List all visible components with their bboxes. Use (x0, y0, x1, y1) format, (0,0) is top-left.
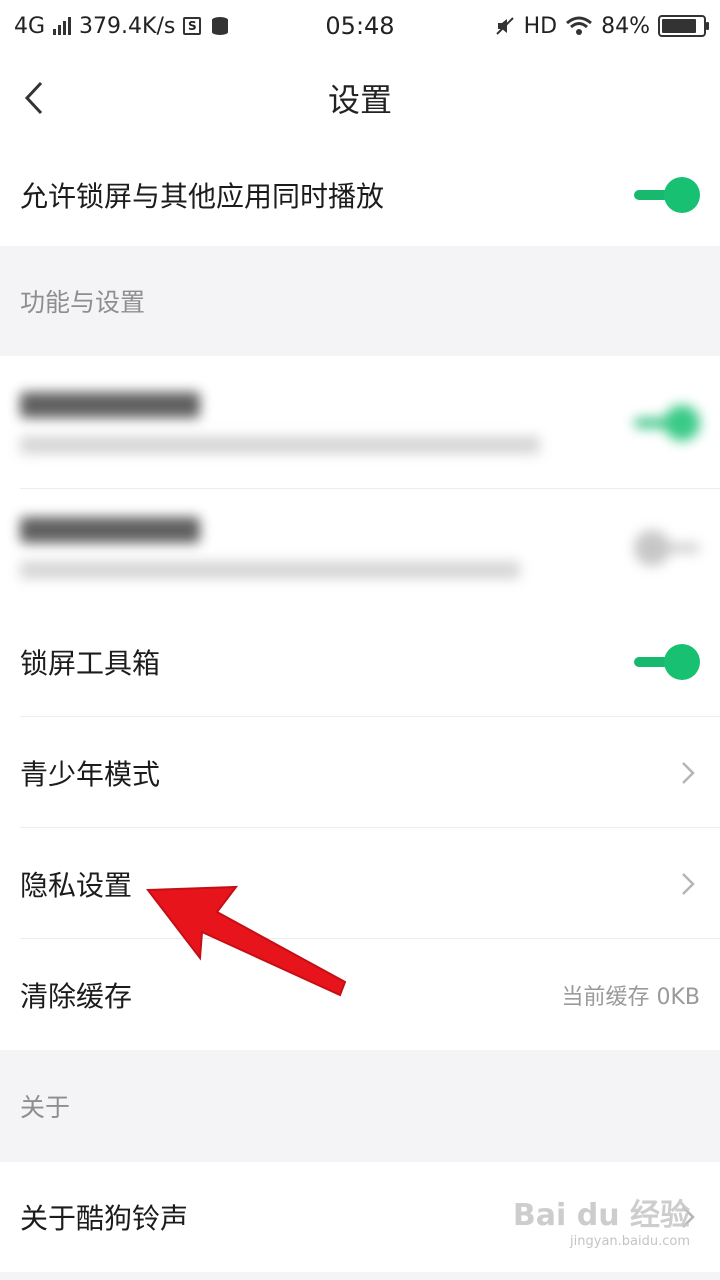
watermark-logo: Bai du 经验 jingyan.baidu.com (513, 1190, 690, 1249)
battery-fill (662, 19, 696, 33)
page-title: 设置 (327, 81, 392, 119)
setting-label: 青少年模式 (20, 757, 161, 791)
setting-label: 锁屏工具箱 (20, 646, 161, 680)
setting-label: 隐私设置 (20, 868, 133, 902)
blurred-subtitle (20, 435, 540, 454)
signal-icon (53, 17, 72, 35)
section-label: 关于 (20, 1093, 71, 1122)
setting-row-teen-mode[interactable]: 青少年模式 (0, 717, 720, 828)
chevron-right-icon (676, 864, 700, 904)
toggle-knob (664, 177, 700, 213)
setting-row-clear-cache[interactable]: 清除缓存 当前缓存 0KB (0, 939, 720, 1050)
setting-row-blurred-2[interactable] (0, 489, 720, 606)
section-header-about: 关于 (0, 1050, 720, 1162)
blurred-toggle[interactable] (634, 403, 700, 443)
blurred-toggle[interactable] (634, 528, 700, 568)
section-label: 功能与设置 (20, 288, 146, 317)
watermark-url: jingyan.baidu.com (570, 1234, 690, 1249)
battery-percent: 84% (601, 13, 650, 39)
toggle-knob (664, 643, 700, 680)
toggle-knob (634, 529, 670, 566)
setting-label: 允许锁屏与其他应用同时播放 (20, 180, 385, 213)
chevron-left-icon (24, 81, 43, 115)
wifi-icon (566, 16, 593, 35)
network-speed: 379.4K/s (79, 13, 176, 39)
blurred-content (20, 391, 634, 454)
setting-row-lock-play[interactable]: 允许锁屏与其他应用同时播放 (0, 144, 720, 246)
blurred-title (20, 516, 200, 543)
blurred-subtitle (20, 560, 520, 579)
status-bar: 4G 379.4K/s S 05:48 HD 84% (0, 0, 720, 52)
blurred-title (20, 391, 200, 418)
toggle-knob (664, 404, 700, 441)
toolbox-toggle[interactable] (634, 642, 700, 682)
watermark-brand: Bai du 经验 (512, 1198, 690, 1233)
nav-bar: 设置 (0, 52, 720, 144)
back-button[interactable] (14, 74, 54, 122)
chevron-right-icon (676, 753, 700, 793)
lock-play-toggle[interactable] (634, 175, 700, 215)
mute-icon (495, 17, 514, 35)
cache-size: 当前缓存 0KB (561, 984, 700, 1010)
network-type: 4G (14, 13, 46, 39)
setting-row-privacy[interactable]: 隐私设置 (0, 828, 720, 939)
battery-icon (658, 15, 709, 37)
status-left: 4G 379.4K/s S (14, 14, 494, 39)
hd-badge: HD (523, 13, 558, 39)
setting-label: 清除缓存 (20, 979, 133, 1013)
status-right: HD 84% (494, 13, 709, 39)
data-saver-icon (212, 17, 229, 35)
setting-row-toolbox[interactable]: 锁屏工具箱 (0, 606, 720, 717)
blurred-content (20, 516, 634, 579)
sim-icon: S (183, 17, 202, 35)
setting-row-blurred-1[interactable] (0, 356, 720, 489)
section-header-features: 功能与设置 (0, 246, 720, 356)
